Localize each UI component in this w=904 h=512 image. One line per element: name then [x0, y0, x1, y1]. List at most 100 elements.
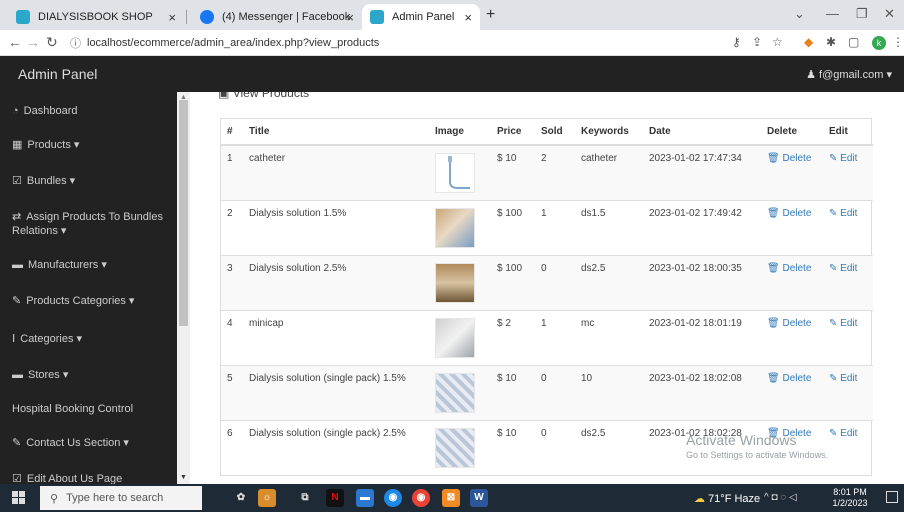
minimize-button[interactable]: — [826, 6, 839, 21]
sidebar-item[interactable]: ✎ Products Categories ▾ [12, 294, 172, 308]
notification-icon[interactable] [886, 491, 898, 503]
edit-link[interactable]: ✎ Edit [829, 373, 857, 384]
tachometer-icon: ◔ [12, 105, 19, 117]
panel-title: View Products [232, 92, 310, 100]
word-icon[interactable]: W [470, 489, 488, 507]
delete-cell: 🗑 Delete [761, 309, 823, 365]
task-view-icon[interactable]: ⧉ [296, 489, 314, 507]
forward-icon[interactable]: → [26, 34, 40, 50]
watermark-subtitle: Go to Settings to activate Windows. [686, 450, 829, 460]
product-sold: 0 [535, 364, 575, 420]
edit-link[interactable]: ✎ Edit [829, 318, 857, 329]
clock-date: 1/2/2023 [832, 498, 868, 508]
delete-label: Delete [782, 153, 812, 164]
browser-tab-strip: DIALYSISBOOK SHOP × (4) Messenger | Face… [0, 0, 904, 30]
search-placeholder: Type here to search [66, 492, 164, 504]
catheter-image [448, 156, 470, 189]
edit-cell: ✎ Edit [823, 254, 873, 310]
delete-link[interactable]: 🗑 Delete [767, 373, 811, 384]
address-bar[interactable]: ⓘ localhost/ecommerce/admin_area/index.p… [70, 33, 760, 53]
scroll-up-icon[interactable]: ▲ [180, 94, 187, 101]
delete-cell: 🗑 Delete [761, 254, 823, 310]
column-header: Price [491, 119, 535, 146]
windows-activation-watermark: Activate Windows Go to Settings to activ… [686, 432, 828, 460]
delete-link[interactable]: 🗑 Delete [767, 208, 811, 219]
edit-link[interactable]: ✎ Edit [829, 208, 857, 219]
taskbar-clock[interactable]: 8:01 PM 1/2/2023 [826, 487, 874, 509]
brand-title[interactable]: Admin Panel [18, 66, 97, 82]
sidebar-item[interactable]: ☑ Edit About Us Page [12, 472, 172, 484]
tab-search-icon[interactable]: ⌄ [794, 6, 805, 22]
trash-icon: 🗑 [767, 372, 780, 384]
new-tab-button[interactable]: + [486, 6, 495, 24]
sidebar-scroll-thumb[interactable] [179, 100, 188, 326]
sidebar-item[interactable]: ▬ Manufacturers ▾ [12, 258, 172, 272]
site-favicon-icon [370, 10, 384, 24]
edit-label: Edit [840, 372, 858, 384]
share-icon[interactable]: ⇪ [752, 35, 762, 49]
browser-tab-messenger[interactable]: (4) Messenger | Facebook × [192, 4, 362, 30]
back-icon[interactable]: ← [8, 34, 22, 50]
reload-icon[interactable]: ↻ [46, 34, 58, 51]
extensions-puzzle-icon[interactable]: ✱ [826, 35, 836, 49]
browser-tab-admin[interactable]: Admin Panel × [362, 4, 480, 30]
xampp-icon[interactable]: ⊠ [442, 489, 460, 507]
tab-close-icon[interactable]: × [346, 10, 354, 25]
sidebar-item-label: Products Categories ▾ [26, 295, 135, 307]
bookmark-star-icon[interactable]: ☆ [772, 35, 783, 49]
profile-avatar[interactable]: k [872, 36, 886, 50]
briefcase-icon: ▬ [12, 259, 23, 271]
tab-close-icon[interactable]: × [168, 10, 176, 25]
delete-link[interactable]: 🗑 Delete [767, 318, 811, 329]
close-window-button[interactable]: ✕ [884, 6, 895, 22]
sidebar-item[interactable]: ▬ Stores ▾ [12, 368, 172, 382]
key-icon[interactable]: ⚷ [732, 35, 741, 49]
edit-cell: ✎ Edit [823, 199, 873, 255]
column-header: Delete [761, 119, 823, 146]
sidebar-item[interactable]: Ⅰ Categories ▾ [12, 332, 172, 346]
product-keywords: ds2.5 [575, 254, 643, 310]
delete-link[interactable]: 🗑 Delete [767, 263, 811, 274]
chrome-icon[interactable]: ◉ [384, 489, 402, 507]
edit-link[interactable]: ✎ Edit [829, 428, 857, 439]
netflix-icon[interactable]: N [326, 489, 344, 507]
weather-status[interactable]: ☁ 71°F Haze [694, 492, 760, 505]
delete-cell: 🗑 Delete [761, 144, 823, 200]
sidebar-item[interactable]: ✎ Contact Us Section ▾ [12, 436, 172, 450]
column-header: Image [429, 119, 491, 146]
sidebar-toggle-icon[interactable]: ▢ [848, 35, 859, 49]
browser-tab-shop[interactable]: DIALYSISBOOK SHOP × [8, 4, 184, 30]
edit-link[interactable]: ✎ Edit [829, 153, 857, 164]
file-explorer-icon[interactable]: ▬ [356, 489, 374, 507]
caret-down-icon: ▾ [886, 69, 892, 81]
widgets-icon[interactable]: ✿ [232, 489, 250, 507]
system-tray[interactable]: ^ ◘ ◌ ◁ [764, 492, 797, 503]
sidebar-item[interactable]: Hospital Booking Control [12, 402, 172, 416]
user-email: f@gmail.com [819, 69, 884, 81]
sidebar-item[interactable]: ▦ Products ▾ [12, 138, 172, 152]
maximize-button[interactable]: ❐ [856, 6, 868, 22]
tab-title: (4) Messenger | Facebook [222, 11, 351, 23]
menu-dots-icon[interactable]: ⋮ [892, 35, 904, 49]
sidebar-item[interactable]: ☑ Bundles ▾ [12, 174, 172, 188]
product-keywords: 10 [575, 364, 643, 420]
tab-close-icon[interactable]: × [464, 10, 472, 25]
sidebar-item[interactable]: ⇄ Assign Products To Bundles Relations ▾ [12, 210, 172, 238]
site-info-icon[interactable]: ⓘ [70, 35, 81, 51]
tab-separator [186, 10, 187, 24]
weather-widget-icon[interactable]: ☼ [258, 489, 276, 507]
column-header: Date [643, 119, 761, 146]
edit-link[interactable]: ✎ Edit [829, 263, 857, 274]
pencil-icon: ✎ [829, 153, 838, 164]
extension-icon[interactable]: ◆ [804, 35, 813, 49]
sidebar-item[interactable]: ◔ Dashboard [12, 104, 172, 118]
chrome-canary-icon[interactable]: ◉ [412, 489, 430, 507]
windows-start-icon[interactable] [12, 491, 26, 505]
user-menu[interactable]: ♟ f@gmail.com ▾ [806, 68, 892, 81]
scroll-down-icon[interactable]: ▼ [180, 474, 187, 481]
delete-link[interactable]: 🗑 Delete [767, 153, 811, 164]
edit-label: Edit [840, 262, 858, 274]
edit-label: Edit [840, 317, 858, 329]
clock-time: 8:01 PM [833, 487, 867, 497]
taskbar-search-input[interactable]: ⚲ Type here to search [40, 486, 202, 510]
